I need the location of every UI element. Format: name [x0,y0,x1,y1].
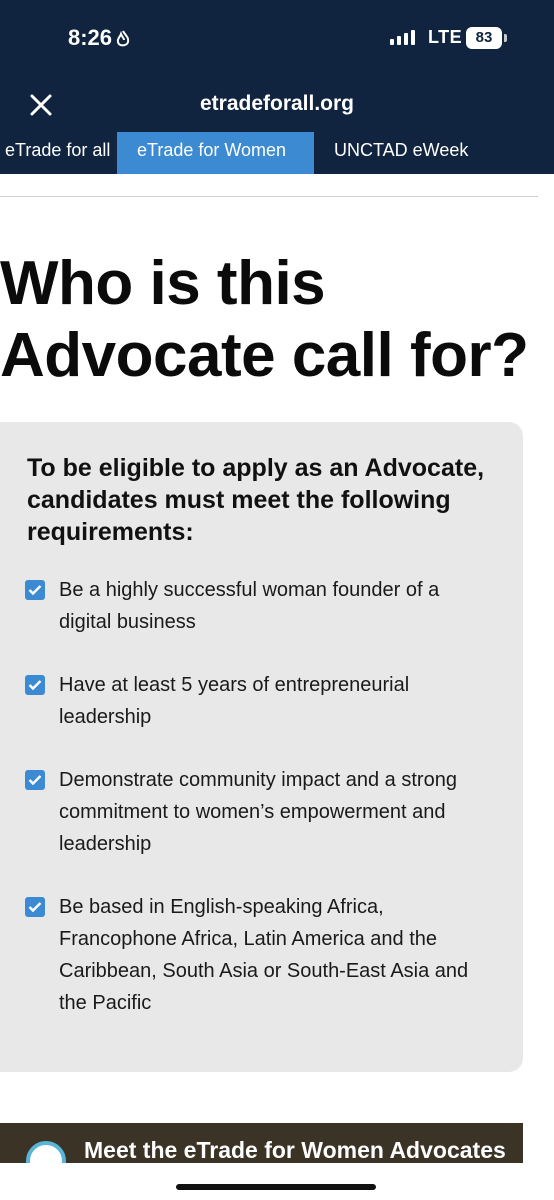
list-item: Be a highly successful woman founder of … [25,574,495,638]
status-time: 8:26 [68,25,130,51]
battery-icon: 83 [466,27,502,49]
divider [0,196,538,197]
network-label: LTE [428,27,463,47]
battery-cap [504,34,507,42]
url-label[interactable]: etradeforall.org [0,92,554,116]
card-heading: To be eligible to apply as an Advocate, … [27,454,485,546]
list-item: Be based in English-speaking Africa, Fra… [25,891,495,1019]
requirement-text: Be based in English-speaking Africa, Fra… [59,896,469,1014]
flame-icon [116,30,130,47]
requirement-text: Have at least 5 years of entrepreneurial… [59,674,410,728]
list-item: Have at least 5 years of entrepreneurial… [25,669,495,733]
signal-icon [390,30,415,45]
page-title: Who is this Advocate call for? [0,249,529,390]
site-nav: eTrade for all eTrade for Women UNCTAD e… [0,132,554,174]
requirements-list: Be a highly successful woman founder of … [25,574,495,1050]
list-item: Demonstrate community impact and a stron… [25,764,495,860]
advocates-banner[interactable]: Meet the eTrade for Women Advocates [0,1123,523,1163]
checkbox-checked-icon[interactable] [25,897,45,917]
nav-item-etrade-for-women[interactable]: eTrade for Women [117,132,314,174]
nav-item-etrade-for-all[interactable]: eTrade for all [0,132,117,174]
checkbox-checked-icon[interactable] [25,580,45,600]
requirement-text: Be a highly successful woman founder of … [59,579,440,633]
requirement-text: Demonstrate community impact and a stron… [59,769,457,855]
requirements-card: To be eligible to apply as an Advocate, … [0,422,523,1072]
banner-title: Meet the eTrade for Women Advocates [84,1137,506,1163]
home-indicator[interactable] [176,1184,376,1190]
nav-item-unctad-eweek[interactable]: UNCTAD eWeek [314,132,482,174]
checkbox-checked-icon[interactable] [25,675,45,695]
logo-icon [26,1141,66,1163]
checkbox-checked-icon[interactable] [25,770,45,790]
browser-header: 8:26 LTE 83 etradeforall.org [0,0,554,132]
